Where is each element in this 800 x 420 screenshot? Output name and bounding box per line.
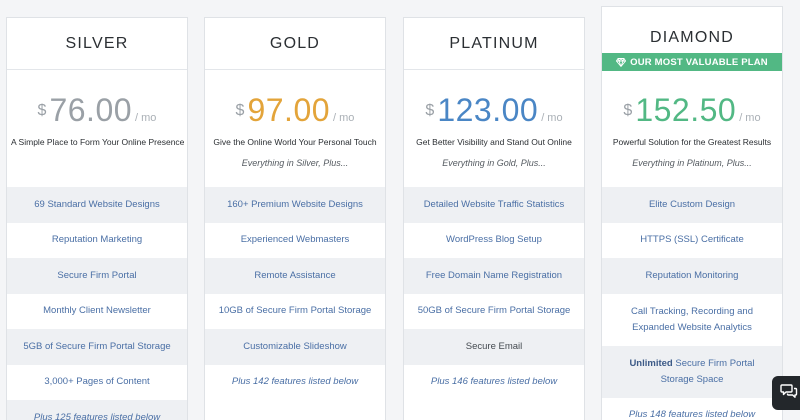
more-features-link[interactable]: Plus 146 features listed below (404, 365, 584, 401)
plan-name: DIAMOND (650, 29, 734, 46)
price-amount: 152.50 (635, 92, 737, 128)
price-period: / mo (739, 112, 761, 124)
price-period: / mo (541, 112, 563, 124)
price-currency: $ (425, 102, 435, 119)
price-amount: 97.00 (247, 92, 331, 128)
more-features-link[interactable]: Plus 148 features listed below (602, 398, 782, 420)
banner-label: OUR MOST VALUABLE PLAN (630, 56, 768, 68)
feature-item[interactable]: Customizable Slideshow (205, 329, 385, 365)
feature-emphasis: Unlimited (629, 357, 673, 369)
feature-list: 160+ Premium Website Designs Experienced… (205, 187, 385, 400)
feature-item[interactable]: Remote Assistance (205, 258, 385, 294)
feature-item[interactable]: Free Domain Name Registration (404, 258, 584, 294)
feature-item[interactable]: 69 Standard Website Designs (7, 187, 187, 223)
feature-item: Secure Email (404, 329, 584, 365)
plan-header: GOLD (205, 18, 385, 70)
chat-bubbles-icon (780, 383, 798, 404)
plan-tagline: A Simple Place to Form Your Online Prese… (11, 137, 185, 147)
plan-name: PLATINUM (449, 34, 539, 52)
feature-item[interactable]: Secure Firm Portal (7, 258, 187, 294)
feature-item[interactable]: 160+ Premium Website Designs (205, 187, 385, 223)
plan-includes-note: Everything in Platinum, Plus... (632, 158, 752, 168)
plan-card-gold: GOLD $ 97.00 / mo Give the Online World … (204, 17, 386, 420)
price-period: / mo (333, 112, 355, 124)
feature-item[interactable]: Call Tracking, Recording and Expanded We… (602, 294, 782, 346)
price-currency: $ (37, 102, 47, 119)
feature-list: 69 Standard Website Designs Reputation M… (7, 187, 187, 420)
feature-list: Detailed Website Traffic Statistics Word… (404, 187, 584, 400)
feature-item[interactable]: 50GB of Secure Firm Portal Storage (404, 294, 584, 330)
feature-item[interactable]: Monthly Client Newsletter (7, 294, 187, 330)
more-features-link[interactable]: Plus 125 features listed below (7, 400, 187, 420)
feature-item[interactable]: 10GB of Secure Firm Portal Storage (205, 294, 385, 330)
plan-card-platinum: PLATINUM $ 123.00 / mo Get Better Visibi… (403, 17, 585, 420)
plan-header: SILVER (7, 18, 187, 70)
feature-item[interactable]: WordPress Blog Setup (404, 223, 584, 259)
plan-name: GOLD (269, 34, 321, 52)
feature-item[interactable]: 5GB of Secure Firm Portal Storage (7, 329, 187, 365)
plan-header: DIAMOND (602, 7, 782, 53)
plan-price: $ 123.00 / mo (404, 92, 584, 129)
feature-item[interactable]: 3,000+ Pages of Content (7, 365, 187, 401)
chat-button[interactable] (772, 376, 800, 410)
plan-card-diamond: DIAMOND OUR MOST VALUABLE PLAN $ 152.50 … (601, 6, 783, 420)
plan-tagline: Powerful Solution for the Greatest Resul… (612, 137, 772, 147)
price-amount: 123.00 (437, 92, 539, 128)
plan-header: PLATINUM (404, 18, 584, 70)
feature-item[interactable]: Reputation Marketing (7, 223, 187, 259)
feature-item[interactable]: Experienced Webmasters (205, 223, 385, 259)
plan-includes-note: Everything in Gold, Plus... (442, 158, 546, 168)
plan-card-silver: SILVER $ 76.00 / mo A Simple Place to Fo… (6, 17, 188, 420)
plan-price: $ 76.00 / mo (7, 92, 187, 129)
plan-tagline: Get Better Visibility and Stand Out Onli… (416, 137, 572, 147)
most-valuable-banner: OUR MOST VALUABLE PLAN (602, 53, 782, 71)
diamond-icon (616, 57, 627, 67)
price-amount: 76.00 (49, 92, 133, 128)
feature-item[interactable]: Detailed Website Traffic Statistics (404, 187, 584, 223)
plan-name: SILVER (65, 34, 129, 52)
feature-item[interactable]: Unlimited Secure Firm Portal Storage Spa… (602, 345, 782, 398)
price-currency: $ (623, 102, 633, 119)
price-currency: $ (235, 102, 245, 119)
plan-price: $ 97.00 / mo (205, 92, 385, 129)
plan-price: $ 152.50 / mo (602, 92, 782, 129)
feature-text: Secure Firm Portal Storage Space (660, 357, 755, 385)
feature-list: Elite Custom Design HTTPS (SSL) Certific… (602, 187, 782, 420)
feature-item[interactable]: HTTPS (SSL) Certificate (602, 223, 782, 259)
more-features-link[interactable]: Plus 142 features listed below (205, 365, 385, 401)
price-period: / mo (135, 112, 157, 124)
feature-item[interactable]: Elite Custom Design (602, 187, 782, 223)
feature-item[interactable]: Reputation Monitoring (602, 258, 782, 294)
plan-tagline: Give the Online World Your Personal Touc… (213, 137, 377, 147)
pricing-page: SILVER $ 76.00 / mo A Simple Place to Fo… (0, 0, 800, 420)
plan-includes-note: Everything in Silver, Plus... (241, 158, 349, 168)
